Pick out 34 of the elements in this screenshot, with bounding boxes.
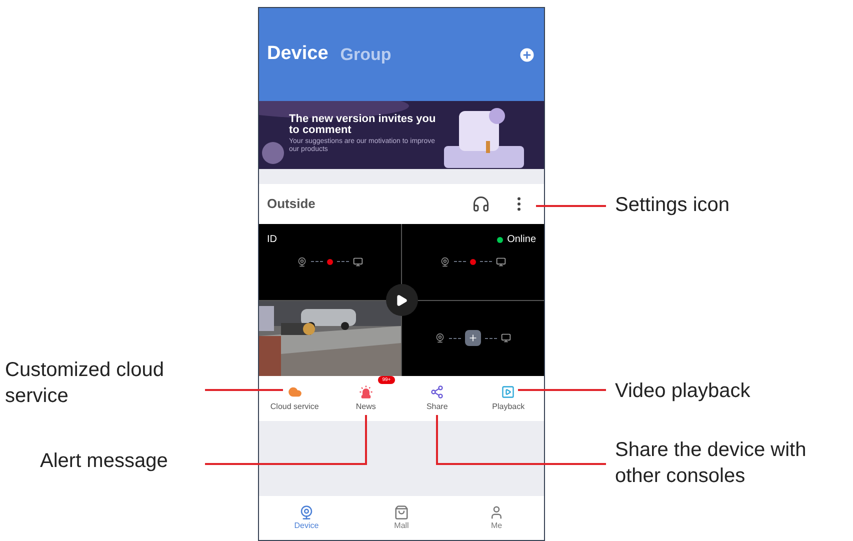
callout-label: Alert message xyxy=(40,449,168,474)
play-icon xyxy=(395,294,408,306)
nav-tab[interactable]: Mall xyxy=(354,496,449,540)
monitor-icon xyxy=(501,333,511,344)
cloud-icon xyxy=(288,384,302,398)
siren-icon xyxy=(358,384,373,398)
monitor-icon xyxy=(353,256,363,267)
nav-tab[interactable]: Device xyxy=(259,496,354,540)
banner-title: The new version invites you to comment xyxy=(289,114,437,136)
nav-tab[interactable]: Me xyxy=(449,496,544,540)
action-button[interactable]: Cloud service xyxy=(259,376,330,421)
bag-icon xyxy=(394,504,409,520)
monitor-icon xyxy=(496,256,506,267)
callout-label: Video playback xyxy=(615,379,750,404)
headset-icon[interactable] xyxy=(472,195,490,213)
device-name: Outside xyxy=(267,195,316,214)
camera-icon xyxy=(299,504,314,520)
camera-icon xyxy=(440,256,450,267)
action-button[interactable]: Share xyxy=(402,376,473,421)
add-icon[interactable] xyxy=(465,330,481,346)
status-label: Online xyxy=(507,233,536,247)
video-grid[interactable]: ID Online xyxy=(259,224,544,376)
callout-label: Settings icon xyxy=(615,193,730,218)
device-id: ID xyxy=(267,233,277,247)
camera-icon xyxy=(435,333,445,344)
leader-line xyxy=(536,205,606,207)
callout-label: Customized cloud service xyxy=(5,358,165,409)
camera-icon xyxy=(297,256,307,267)
share-icon xyxy=(430,384,444,398)
action-button[interactable]: Playback xyxy=(472,376,544,421)
user-icon xyxy=(489,504,504,520)
play-square-icon xyxy=(501,384,516,398)
tab[interactable]: Device xyxy=(267,40,328,69)
callout-label: Share the device with other consoles xyxy=(615,438,808,489)
